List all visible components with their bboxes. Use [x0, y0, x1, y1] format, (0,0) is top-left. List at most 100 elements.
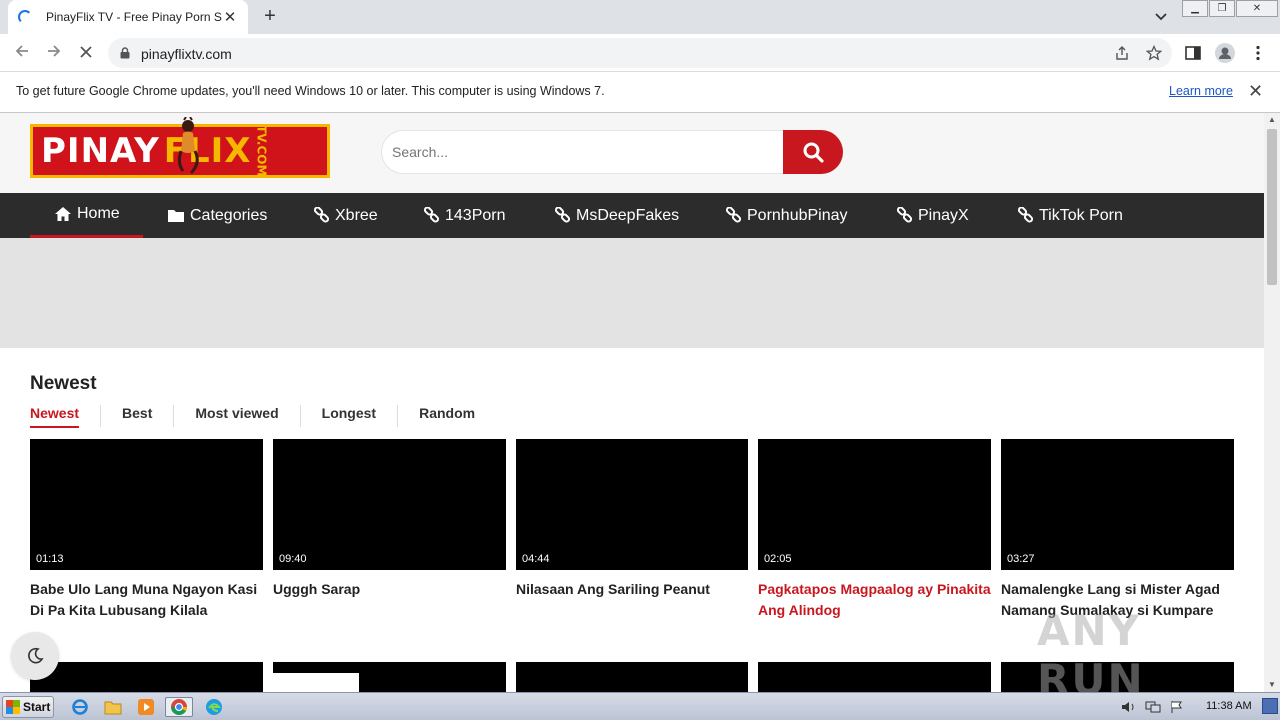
browser-tabstrip: PinayFlix TV - Free Pinay Porn Site ✕ + … — [0, 0, 1280, 34]
video-thumbnail[interactable]: 03:27 — [1001, 439, 1234, 570]
side-panel-icon[interactable] — [1184, 44, 1202, 62]
nav-item-pornhubpinay[interactable]: PornhubPinay — [725, 193, 848, 238]
ie-logo-icon — [72, 699, 88, 715]
video-thumbnail[interactable] — [516, 662, 748, 692]
edge-taskbar-icon[interactable] — [200, 697, 228, 717]
file-explorer-icon[interactable] — [99, 697, 127, 717]
video-title[interactable]: Babe Ulo Lang Muna Ngayon Kasi Di Pa Kit… — [30, 579, 263, 621]
scroll-down-arrow-icon[interactable]: ▼ — [1264, 678, 1280, 692]
filter-tab-best[interactable]: Best — [100, 405, 173, 427]
nav-label: PornhubPinay — [747, 206, 848, 224]
scroll-up-arrow-icon[interactable]: ▲ — [1264, 113, 1280, 127]
window-controls: ▁ ❐ ✕ — [1182, 0, 1279, 18]
site-header: PINAY FLIX TV.COM — [0, 113, 1264, 193]
volume-icon[interactable] — [1120, 700, 1138, 714]
start-button[interactable]: Start — [2, 696, 54, 718]
scroll-thumb[interactable] — [1267, 129, 1277, 285]
forward-arrow-icon — [48, 45, 61, 57]
filter-tab-most-viewed[interactable]: Most viewed — [173, 405, 299, 427]
action-center-flag-icon[interactable] — [1168, 700, 1186, 714]
infobar-close-icon[interactable]: ✕ — [1248, 81, 1263, 102]
site-logo[interactable]: PINAY FLIX TV.COM — [30, 117, 330, 178]
nav-item-143porn[interactable]: 143Porn — [423, 193, 506, 238]
edge-logo-icon — [206, 699, 222, 715]
video-card[interactable]: 01:13 Babe Ulo Lang Muna Ngayon Kasi Di … — [30, 439, 263, 621]
video-duration: 02:05 — [762, 552, 794, 566]
taskbar-clock[interactable]: 11:38 AM — [1206, 700, 1252, 712]
internet-explorer-icon[interactable] — [66, 697, 94, 717]
video-thumbnail[interactable] — [30, 662, 263, 692]
video-title[interactable]: Pagkatapos Magpaalog ay Pinakita Ang Ali… — [758, 579, 991, 621]
chrome-taskbar-button[interactable] — [165, 697, 193, 717]
nav-label: PinayX — [918, 206, 969, 224]
video-thumbnail[interactable]: 01:13 — [30, 439, 263, 570]
link-icon — [896, 207, 913, 223]
nav-item-tiktok-porn[interactable]: TikTok Porn — [1017, 193, 1123, 238]
video-title[interactable]: Nilasaan Ang Sariling Peanut — [516, 579, 748, 600]
filter-tab-newest[interactable]: Newest — [30, 405, 100, 428]
link-icon — [423, 207, 440, 223]
folder-icon — [168, 210, 184, 222]
tab-close-icon[interactable]: ✕ — [222, 8, 238, 26]
nav-item-categories[interactable]: Categories — [167, 193, 267, 238]
logo-mascot-icon — [177, 117, 199, 175]
logo-text-pinay: PINAY — [41, 131, 160, 171]
chrome-logo-icon — [171, 699, 188, 715]
logo-text-tvcom: TV.COM — [254, 125, 269, 177]
filter-tab-random[interactable]: Random — [397, 405, 496, 427]
video-card[interactable]: 09:40 Ugggh Sarap — [273, 439, 506, 600]
menu-kebab-icon[interactable] — [1249, 44, 1267, 62]
video-card[interactable]: 04:44 Nilasaan Ang Sariling Peanut — [516, 439, 748, 600]
overlay-box — [272, 673, 359, 692]
video-card[interactable]: 02:05 Pagkatapos Magpaalog ay Pinakita A… — [758, 439, 991, 621]
nav-label: Xbree — [335, 206, 378, 224]
section-title: Newest — [30, 373, 97, 394]
video-thumbnail[interactable]: 04:44 — [516, 439, 748, 570]
bookmark-star-icon[interactable] — [1146, 45, 1162, 61]
minimize-button[interactable]: ▁ — [1182, 0, 1208, 17]
video-duration: 04:44 — [520, 552, 552, 566]
site-search-button[interactable] — [783, 130, 843, 174]
link-icon — [554, 207, 571, 223]
browser-tab[interactable]: PinayFlix TV - Free Pinay Porn Site ✕ — [8, 0, 248, 34]
network-icon[interactable] — [1144, 700, 1162, 714]
nav-label: MsDeepFakes — [576, 206, 680, 224]
folder-taskbar-icon — [104, 701, 122, 715]
main-navigation: Home Categories Xbree 143Porn MsDeepFake… — [0, 193, 1264, 238]
system-tray — [1120, 693, 1192, 720]
dark-mode-toggle[interactable] — [11, 632, 59, 680]
filter-tab-longest[interactable]: Longest — [299, 405, 397, 427]
nav-item-xbree[interactable]: Xbree — [313, 193, 378, 238]
address-bar[interactable]: pinayflixtv.com — [108, 38, 1172, 68]
back-button[interactable] — [10, 41, 34, 65]
url-text[interactable]: pinayflixtv.com — [141, 46, 232, 62]
video-thumbnail[interactable] — [758, 662, 991, 692]
site-search-input[interactable] — [381, 130, 783, 174]
profile-avatar-icon[interactable] — [1215, 43, 1235, 63]
forward-button[interactable] — [42, 41, 66, 65]
lock-icon[interactable] — [120, 47, 130, 59]
new-tab-button[interactable]: + — [259, 5, 281, 27]
video-card[interactable]: 03:27 Namalengke Lang si Mister Agad Nam… — [1001, 439, 1234, 621]
video-duration: 01:13 — [34, 552, 66, 566]
show-desktop-button[interactable] — [1262, 698, 1278, 714]
media-player-icon[interactable] — [132, 697, 160, 717]
restore-button[interactable]: ❐ — [1209, 0, 1235, 17]
video-title[interactable]: Ugggh Sarap — [273, 579, 506, 600]
share-icon[interactable] — [1114, 45, 1130, 61]
video-duration: 09:40 — [277, 552, 309, 566]
tab-search-chevron-icon[interactable] — [1152, 8, 1170, 26]
nav-label: Home — [77, 205, 120, 222]
page-scrollbar[interactable]: ▲ ▼ — [1264, 113, 1280, 692]
video-thumbnail[interactable]: 02:05 — [758, 439, 991, 570]
link-icon — [313, 207, 330, 223]
nav-item-pinayx[interactable]: PinayX — [896, 193, 969, 238]
stop-loading-button[interactable] — [74, 41, 98, 65]
nav-item-msdeepfakes[interactable]: MsDeepFakes — [554, 193, 679, 238]
play-icon — [138, 699, 154, 715]
window-close-button[interactable]: ✕ — [1236, 0, 1278, 17]
video-thumbnail[interactable]: 09:40 — [273, 439, 506, 570]
windows-logo-icon — [6, 700, 20, 714]
learn-more-link[interactable]: Learn more — [1169, 84, 1233, 98]
nav-item-home[interactable]: Home — [30, 193, 143, 238]
